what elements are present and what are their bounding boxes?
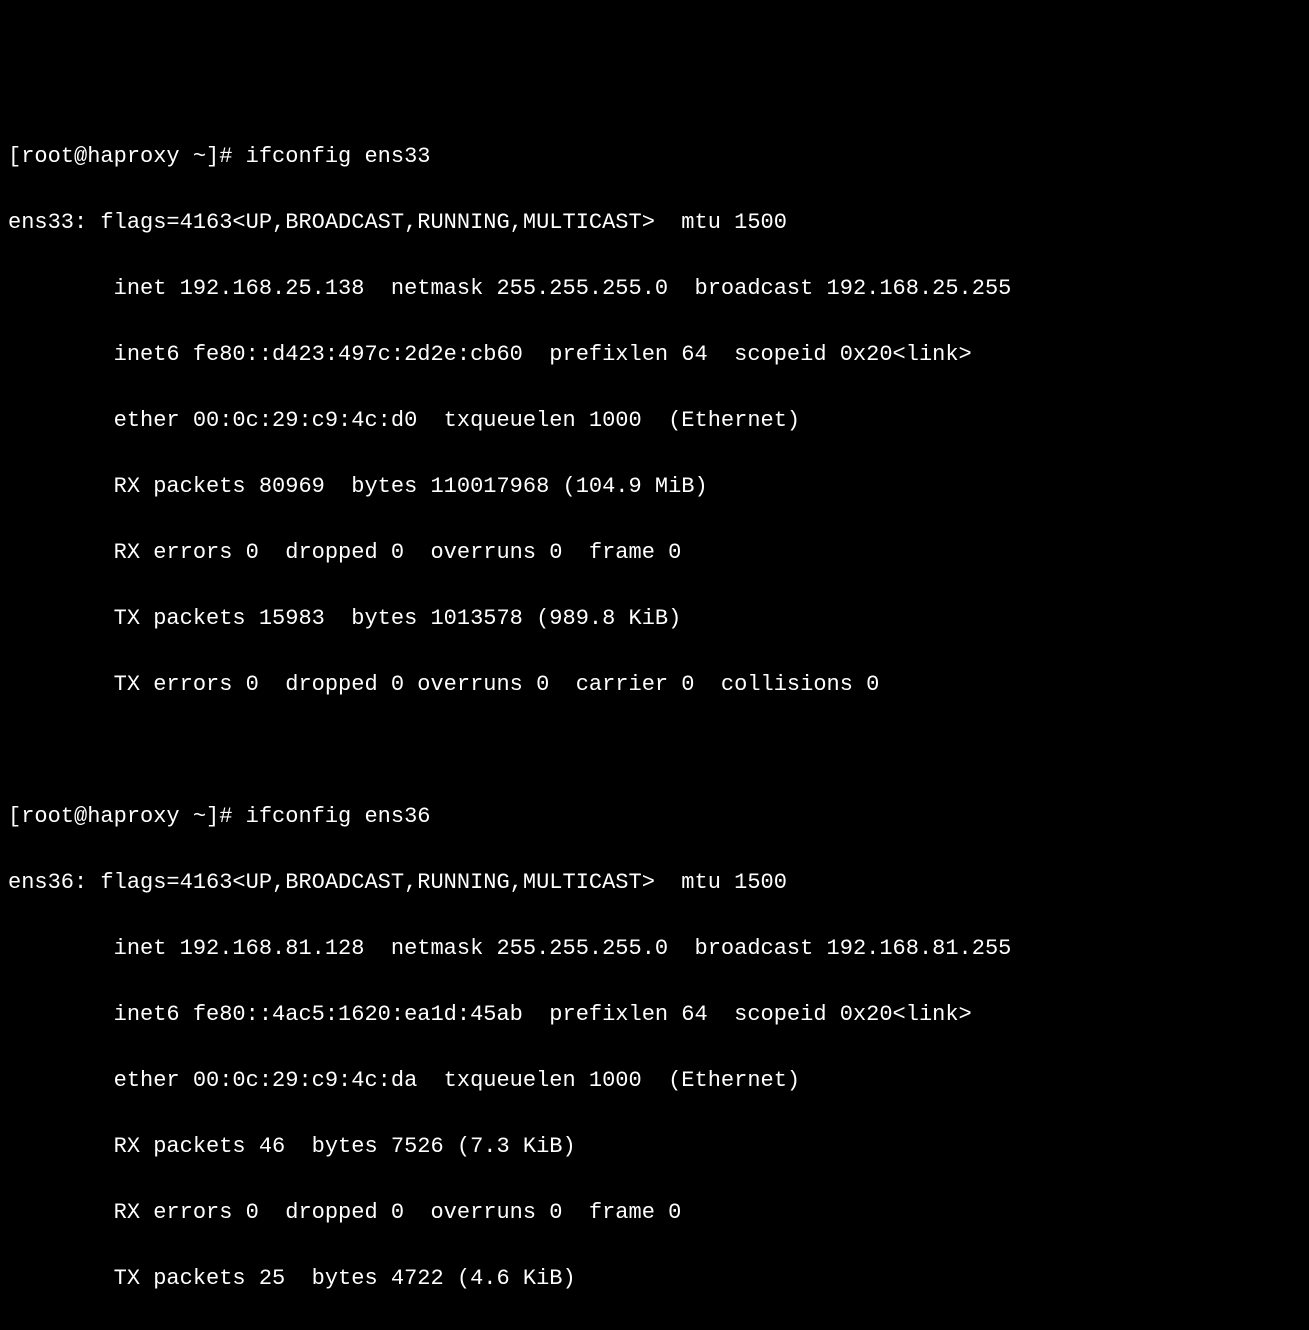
- inet-line-ens36: inet 192.168.81.128 netmask 255.255.255.…: [8, 932, 1301, 965]
- shell-prompt: [root@haproxy ~]#: [8, 804, 246, 829]
- inet-line-ens33: inet 192.168.25.138 netmask 255.255.255.…: [8, 272, 1301, 305]
- ether-line-ens33: ether 00:0c:29:c9:4c:d0 txqueuelen 1000 …: [8, 404, 1301, 437]
- command-text: ifconfig ens36: [246, 804, 431, 829]
- rx-packets-ens36: RX packets 46 bytes 7526 (7.3 KiB): [8, 1130, 1301, 1163]
- prompt-line-2[interactable]: [root@haproxy ~]# ifconfig ens36: [8, 800, 1301, 833]
- prompt-line-1[interactable]: [root@haproxy ~]# ifconfig ens33: [8, 140, 1301, 173]
- ether-line-ens36: ether 00:0c:29:c9:4c:da txqueuelen 1000 …: [8, 1064, 1301, 1097]
- tx-packets-ens33: TX packets 15983 bytes 1013578 (989.8 Ki…: [8, 602, 1301, 635]
- tx-errors-ens33: TX errors 0 dropped 0 overruns 0 carrier…: [8, 668, 1301, 701]
- ifconfig-header-ens36: ens36: flags=4163<UP,BROADCAST,RUNNING,M…: [8, 866, 1301, 899]
- inet6-line-ens33: inet6 fe80::d423:497c:2d2e:cb60 prefixle…: [8, 338, 1301, 371]
- rx-errors-ens36: RX errors 0 dropped 0 overruns 0 frame 0: [8, 1196, 1301, 1229]
- ifconfig-header-ens33: ens33: flags=4163<UP,BROADCAST,RUNNING,M…: [8, 206, 1301, 239]
- command-text: ifconfig ens33: [246, 144, 431, 169]
- tx-errors-ens36: TX errors 0 dropped 0 overruns 0 carrier…: [8, 1328, 1301, 1330]
- tx-packets-ens36: TX packets 25 bytes 4722 (4.6 KiB): [8, 1262, 1301, 1295]
- blank-line: [8, 734, 1301, 767]
- rx-errors-ens33: RX errors 0 dropped 0 overruns 0 frame 0: [8, 536, 1301, 569]
- shell-prompt: [root@haproxy ~]#: [8, 144, 246, 169]
- inet6-line-ens36: inet6 fe80::4ac5:1620:ea1d:45ab prefixle…: [8, 998, 1301, 1031]
- rx-packets-ens33: RX packets 80969 bytes 110017968 (104.9 …: [8, 470, 1301, 503]
